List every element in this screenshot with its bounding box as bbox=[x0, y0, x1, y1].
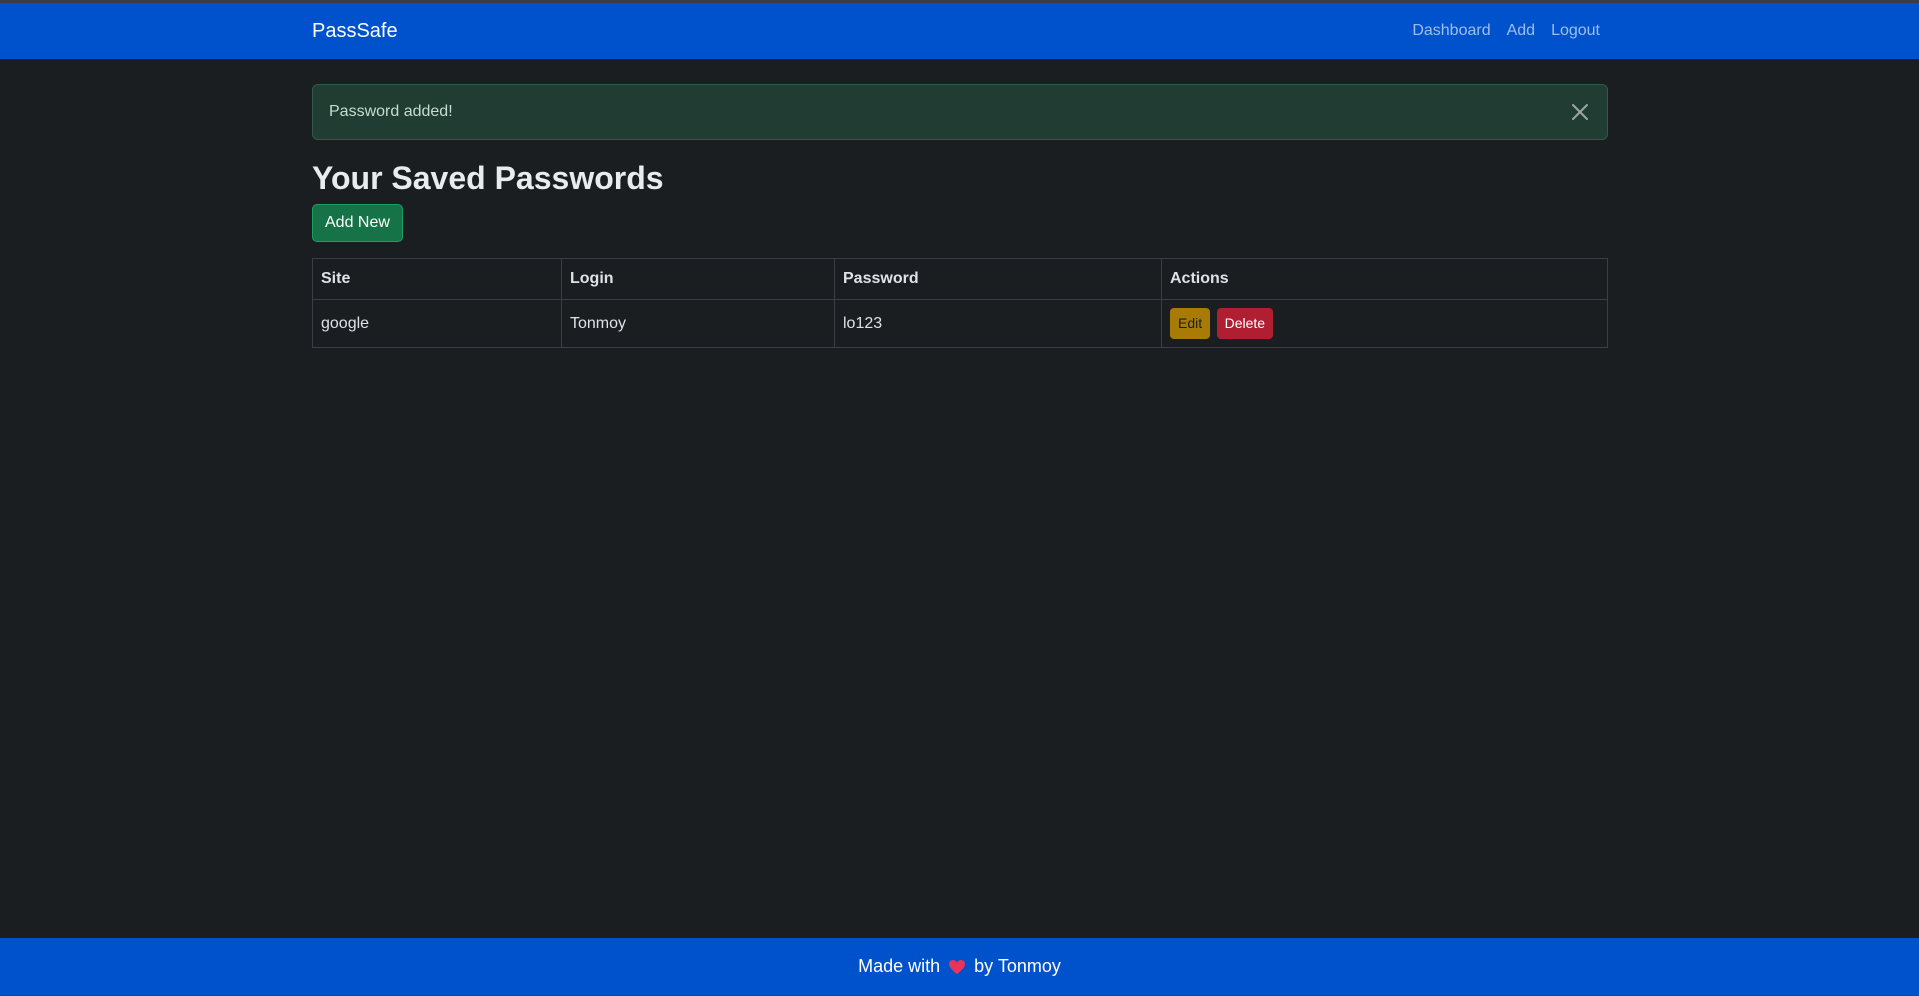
passwords-table: Site Login Password Actions google Tonmo… bbox=[312, 258, 1608, 348]
table-header-row: Site Login Password Actions bbox=[312, 258, 1608, 300]
main-container: Password added! Your Saved Passwords Add… bbox=[312, 84, 1608, 348]
column-header-password: Password bbox=[834, 258, 1162, 300]
column-header-actions: Actions bbox=[1161, 258, 1608, 300]
footer: Made with by Tonmoy bbox=[0, 938, 1919, 995]
cell-login: Tonmoy bbox=[561, 299, 835, 348]
delete-button[interactable]: Delete bbox=[1216, 308, 1274, 339]
alert-message: Password added! bbox=[329, 103, 453, 120]
nav-link-logout[interactable]: Logout bbox=[1551, 22, 1600, 40]
footer-suffix: by Tonmoy bbox=[974, 956, 1061, 976]
page-title: Your Saved Passwords bbox=[312, 160, 664, 196]
table-row: google Tonmoy lo123 Edit Delete bbox=[312, 299, 1608, 348]
footer-prefix: Made with bbox=[858, 956, 941, 976]
nav-link-add[interactable]: Add bbox=[1507, 22, 1535, 40]
cell-site: google bbox=[312, 299, 562, 348]
nav-links: Dashboard Add Logout bbox=[1412, 3, 1600, 59]
brand-link[interactable]: PassSafe bbox=[312, 3, 398, 59]
add-new-button[interactable]: Add New bbox=[312, 204, 403, 242]
column-header-site: Site bbox=[312, 258, 562, 300]
success-alert: Password added! bbox=[312, 84, 1608, 140]
column-header-login: Login bbox=[561, 258, 835, 300]
navbar: PassSafe Dashboard Add Logout bbox=[0, 3, 1919, 59]
heart-icon bbox=[948, 959, 966, 975]
edit-button[interactable]: Edit bbox=[1170, 308, 1211, 339]
cell-password: lo123 bbox=[834, 299, 1162, 348]
cell-actions: Edit Delete bbox=[1161, 299, 1608, 348]
close-icon[interactable] bbox=[1569, 101, 1591, 123]
nav-link-dashboard[interactable]: Dashboard bbox=[1412, 22, 1490, 40]
